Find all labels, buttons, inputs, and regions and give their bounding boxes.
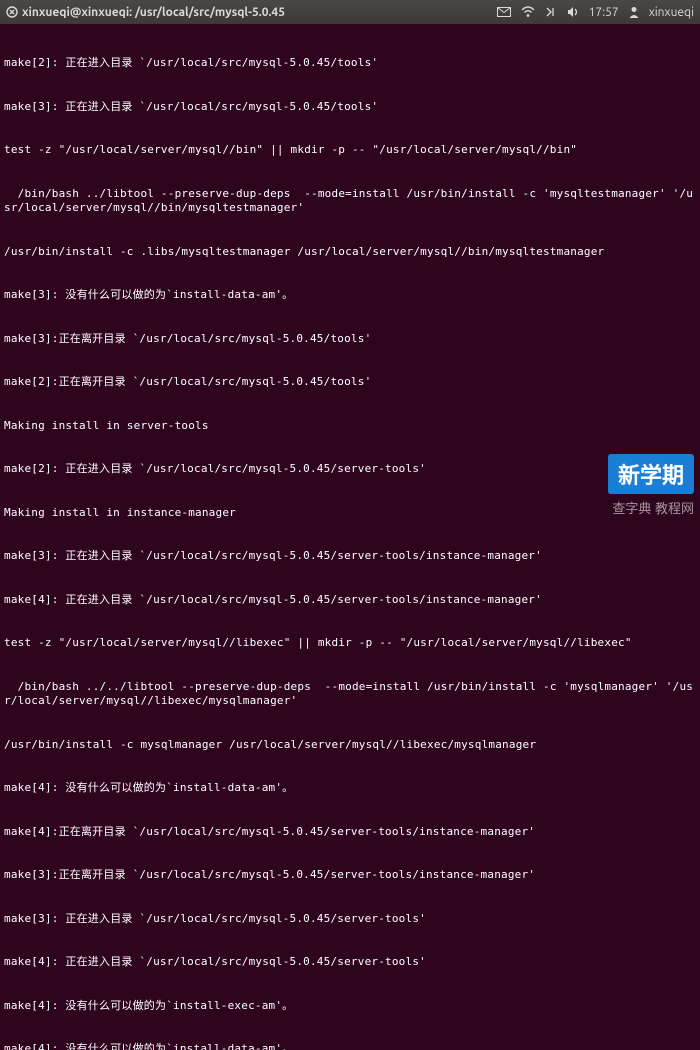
- terminal-line: make[3]: 没有什么可以做的为`install-data-am'。: [4, 288, 696, 303]
- person-icon[interactable]: [629, 6, 639, 18]
- terminal-line: test -z "/usr/local/server/mysql//bin" |…: [4, 143, 696, 158]
- terminal-line: make[3]: 正在进入目录 `/usr/local/src/mysql-5.…: [4, 100, 696, 115]
- terminal-line: make[2]: 正在进入目录 `/usr/local/src/mysql-5.…: [4, 462, 696, 477]
- terminal-line: /bin/bash ../libtool --preserve-dup-deps…: [4, 187, 696, 216]
- terminal-line: /usr/bin/install -c mysqlmanager /usr/lo…: [4, 738, 696, 753]
- terminal-line: make[3]: 正在进入目录 `/usr/local/src/mysql-5.…: [4, 912, 696, 927]
- terminal-line: make[3]: 正在进入目录 `/usr/local/src/mysql-5.…: [4, 549, 696, 564]
- terminal-output[interactable]: make[2]: 正在进入目录 `/usr/local/src/mysql-5.…: [0, 24, 700, 1050]
- terminal-line: make[2]: 正在进入目录 `/usr/local/src/mysql-5.…: [4, 56, 696, 71]
- terminal-line: make[2]:正在离开目录 `/usr/local/src/mysql-5.0…: [4, 375, 696, 390]
- system-menubar: xinxueqi@xinxueqi: /usr/local/src/mysql-…: [0, 0, 700, 24]
- terminal-line: /usr/bin/install -c .libs/mysqltestmanag…: [4, 245, 696, 260]
- wifi-icon[interactable]: [521, 6, 535, 18]
- watermark-overlay: 新学期 查字典 教程网: [608, 454, 694, 517]
- watermark-brand: 新学期: [608, 454, 694, 494]
- terminal-line: make[4]: 正在进入目录 `/usr/local/src/mysql-5.…: [4, 593, 696, 608]
- system-tray: 17:57 xinxueqi: [497, 6, 694, 19]
- watermark-sub: 查字典 教程网: [608, 498, 694, 517]
- window-title-text: xinxueqi@xinxueqi: /usr/local/src/mysql-…: [22, 6, 285, 19]
- volume-icon[interactable]: [567, 6, 579, 18]
- terminal-line: Making install in instance-manager: [4, 506, 696, 521]
- terminal-line: make[4]: 没有什么可以做的为`install-exec-am'。: [4, 999, 696, 1014]
- terminal-line: make[4]: 没有什么可以做的为`install-data-am'。: [4, 781, 696, 796]
- terminal-line: /bin/bash ../../libtool --preserve-dup-d…: [4, 680, 696, 709]
- terminal-line: make[3]:正在离开目录 `/usr/local/src/mysql-5.0…: [4, 868, 696, 883]
- control-icon[interactable]: [545, 6, 557, 18]
- letter-icon[interactable]: [497, 7, 511, 17]
- window-title: xinxueqi@xinxueqi: /usr/local/src/mysql-…: [6, 6, 285, 19]
- terminal-line: Making install in server-tools: [4, 419, 696, 434]
- terminal-line: make[3]:正在离开目录 `/usr/local/src/mysql-5.0…: [4, 332, 696, 347]
- terminal-line: test -z "/usr/local/server/mysql//libexe…: [4, 636, 696, 651]
- terminal-line: make[4]: 正在进入目录 `/usr/local/src/mysql-5.…: [4, 955, 696, 970]
- close-icon[interactable]: [6, 6, 18, 18]
- username[interactable]: xinxueqi: [649, 6, 694, 19]
- terminal-line: make[4]: 没有什么可以做的为`install-data-am'。: [4, 1042, 696, 1050]
- clock[interactable]: 17:57: [589, 6, 619, 19]
- terminal-line: make[4]:正在离开目录 `/usr/local/src/mysql-5.0…: [4, 825, 696, 840]
